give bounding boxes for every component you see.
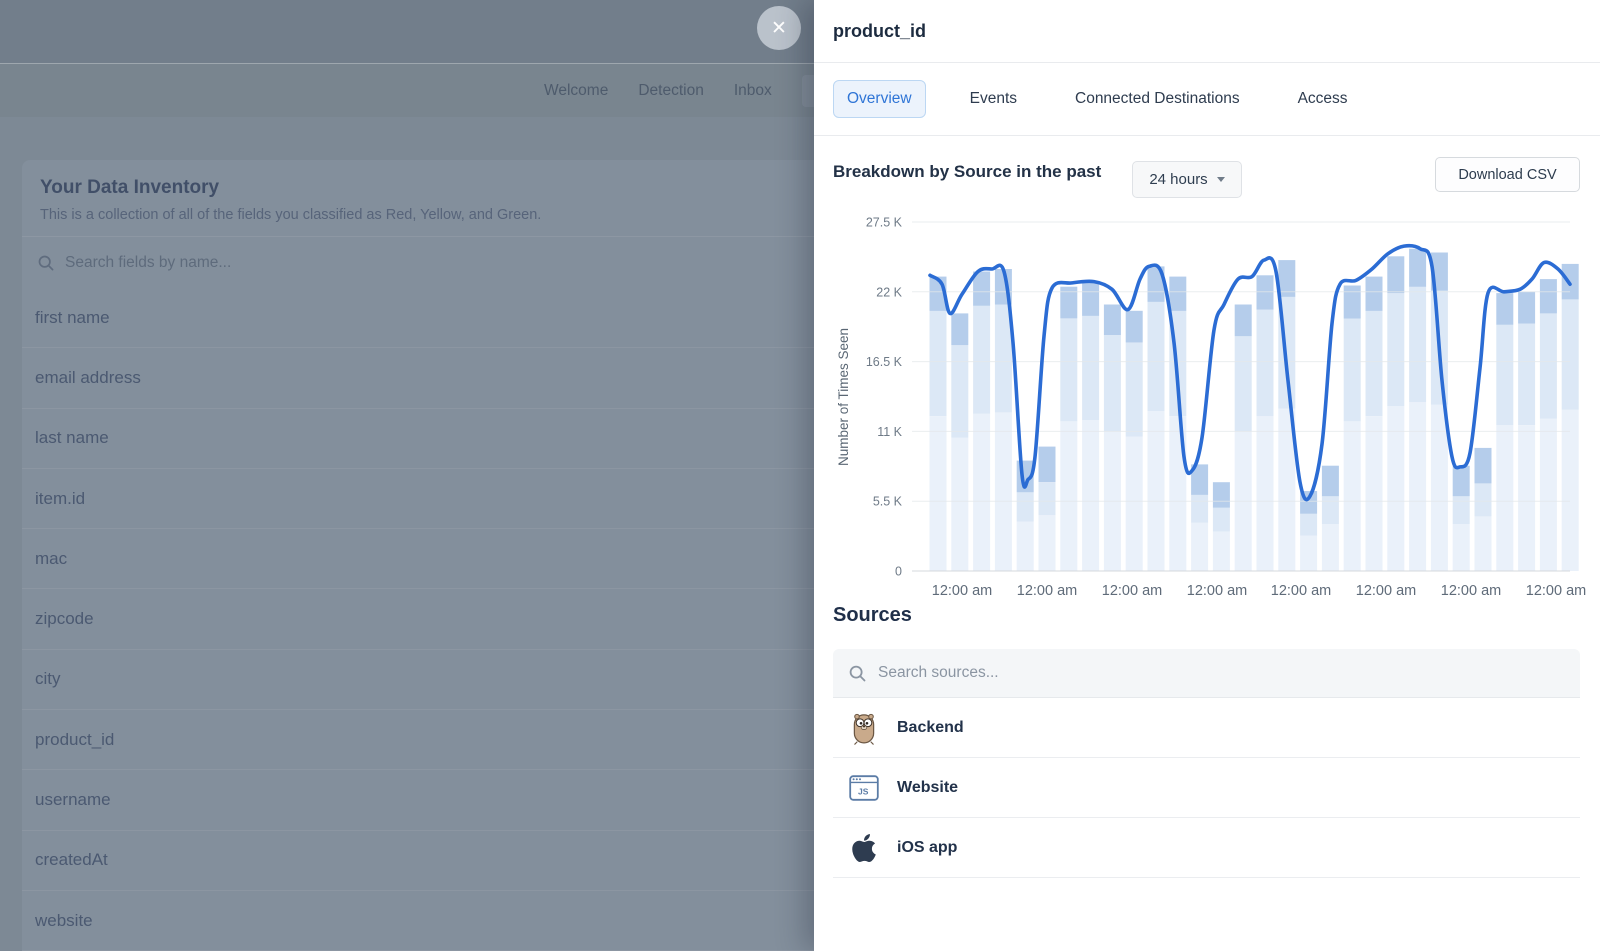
panel-tab[interactable]: Events (956, 80, 1031, 118)
search-icon (38, 255, 54, 271)
svg-text:22 K: 22 K (876, 285, 902, 299)
panel-tab[interactable]: Overview (833, 80, 926, 118)
chart-header: Breakdown by Source in the past 24 hours… (814, 136, 1600, 206)
nav-item[interactable]: Detection (638, 82, 703, 100)
svg-text:12:00 am: 12:00 am (1526, 583, 1586, 599)
download-csv-button[interactable]: Download CSV (1435, 157, 1580, 192)
search-icon (849, 665, 866, 682)
source-icon-slot (849, 832, 879, 864)
panel-tab[interactable]: Access (1284, 80, 1362, 118)
field-name: createdAt (35, 850, 108, 870)
close-panel-button[interactable]: ✕ (757, 6, 801, 50)
nav-item-label: Detection (638, 82, 703, 99)
panel-tab-label: Connected Destinations (1075, 90, 1240, 107)
fields-search-input[interactable] (63, 253, 467, 273)
browser-js-icon: JS (849, 775, 879, 801)
sources-list: Backend JS Website (833, 698, 1580, 878)
svg-text:Number of Times Seen: Number of Times Seen (836, 328, 851, 466)
svg-text:0: 0 (895, 565, 902, 579)
svg-text:27.5 K: 27.5 K (866, 216, 903, 230)
panel-tab-label: Overview (847, 90, 912, 107)
panel-header: product_id (814, 0, 1600, 63)
svg-text:5.5 K: 5.5 K (873, 495, 903, 509)
chevron-down-icon (1217, 177, 1225, 182)
panel-tab[interactable]: Connected Destinations (1061, 80, 1254, 118)
svg-text:11 K: 11 K (877, 425, 902, 439)
svg-text:12:00 am: 12:00 am (1441, 583, 1501, 599)
field-detail-panel: product_id Overview Events Connected Des… (814, 0, 1600, 951)
source-label: Website (897, 779, 958, 797)
source-row[interactable]: JS Website (833, 758, 1580, 818)
source-icon-slot: JS (849, 775, 879, 801)
nav-item-label: Inbox (734, 82, 772, 99)
sources-search-bar (833, 649, 1580, 698)
source-row[interactable]: Backend (833, 698, 1580, 758)
chart-svg: 27.5 K 22 K 16.5 K 11 K 5.5 K 0 Number of Time… (832, 205, 1594, 605)
source-row[interactable]: iOS app (833, 818, 1580, 878)
chart-title: Breakdown by Source in the past (833, 162, 1101, 182)
field-name: mac (35, 549, 67, 569)
svg-text:JS: JS (858, 786, 869, 796)
breakdown-chart: 27.5 K 22 K 16.5 K 11 K 5.5 K 0 Number of Time… (832, 205, 1594, 605)
panel-tab-label: Access (1298, 90, 1348, 107)
panel-tabs: Overview Events Connected Destinations A… (814, 63, 1600, 136)
sources-section: Sources (814, 604, 1600, 878)
svg-text:12:00 am: 12:00 am (1356, 583, 1416, 599)
time-range-value: 24 hours (1149, 171, 1207, 188)
field-name: product_id (35, 730, 114, 750)
field-name: city (35, 669, 61, 689)
source-label: iOS app (897, 839, 957, 857)
apple-icon (851, 832, 877, 864)
svg-text:16.5 K: 16.5 K (866, 355, 903, 369)
field-name: item.id (35, 489, 85, 509)
svg-text:12:00 am: 12:00 am (1017, 583, 1077, 599)
source-label: Backend (897, 719, 964, 737)
gopher-icon (850, 710, 878, 746)
nav-item-label: Welcome (544, 82, 608, 99)
close-icon: ✕ (771, 19, 787, 38)
svg-text:12:00 am: 12:00 am (1271, 583, 1331, 599)
field-name: zipcode (35, 609, 94, 629)
time-range-dropdown[interactable]: 24 hours (1132, 161, 1242, 198)
panel-tab-label: Events (970, 90, 1017, 107)
svg-text:12:00 am: 12:00 am (1187, 583, 1247, 599)
sources-heading: Sources (833, 604, 1600, 627)
field-name: first name (35, 308, 110, 328)
svg-text:12:00 am: 12:00 am (932, 583, 992, 599)
source-icon-slot (849, 710, 879, 746)
field-name: username (35, 790, 111, 810)
svg-text:12:00 am: 12:00 am (1102, 583, 1162, 599)
panel-title: product_id (833, 21, 926, 42)
field-name: website (35, 911, 93, 931)
field-name: last name (35, 428, 109, 448)
field-name: email address (35, 368, 141, 388)
nav-item[interactable]: Inbox (734, 82, 772, 100)
nav-item[interactable]: Welcome (544, 82, 608, 100)
sources-search-input[interactable] (876, 663, 1380, 683)
